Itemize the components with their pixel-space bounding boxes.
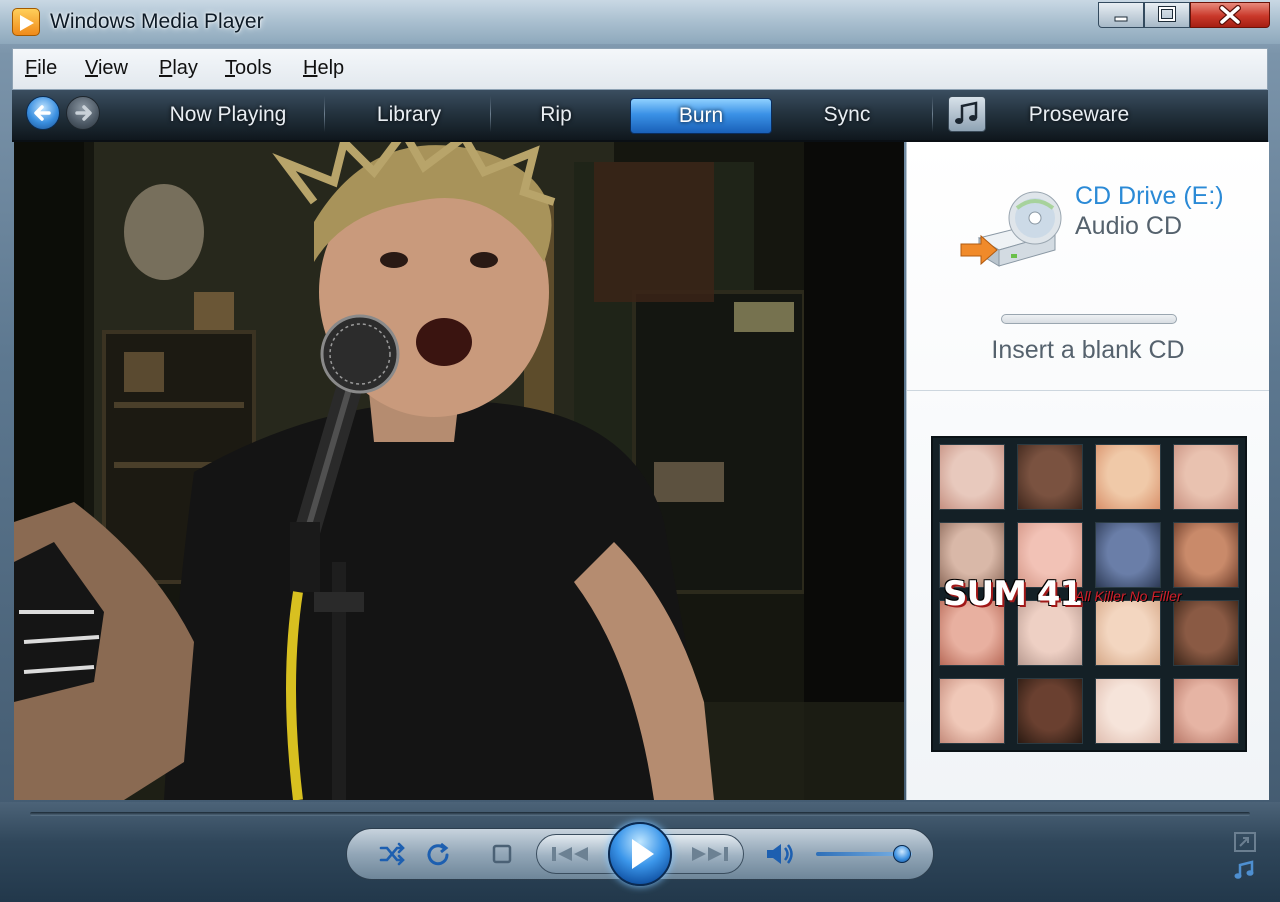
title-bar[interactable]: Windows Media Player	[0, 0, 1280, 44]
switch-to-compact-icon	[1234, 832, 1256, 852]
music-note-icon	[955, 101, 978, 124]
album-art-face-photo	[1173, 444, 1239, 510]
album-title-text: All Killer No Filler	[1075, 588, 1182, 604]
minimize-button[interactable]	[1098, 2, 1144, 28]
menu-file[interactable]: File	[25, 57, 57, 80]
menu-play[interactable]: Play	[159, 57, 198, 80]
menu-bar: File View Play Tools Help	[12, 48, 1268, 90]
close-icon	[1191, 3, 1269, 27]
burn-status-text: Insert a blank CD	[991, 336, 1185, 364]
maximize-button[interactable]	[1144, 2, 1190, 28]
shuffle-icon	[379, 842, 405, 866]
play-icon	[632, 839, 654, 869]
close-button[interactable]	[1190, 2, 1270, 28]
music-video-frame	[14, 142, 904, 800]
switch-to-compact-mode-button[interactable]	[1232, 830, 1258, 854]
seek-bar[interactable]	[30, 812, 1250, 816]
album-art-face-photo	[1017, 444, 1083, 510]
maximize-icon	[1145, 3, 1189, 27]
forward-button[interactable]	[66, 96, 100, 130]
navigation-bar: Now Playing Library Rip Burn Sync Prosew…	[12, 90, 1268, 142]
playback-control-bar	[0, 802, 1280, 902]
tab-library[interactable]: Library	[334, 98, 484, 134]
speaker-icon	[767, 844, 793, 864]
cd-drive-name[interactable]: CD Drive (E:)	[1075, 182, 1224, 211]
album-art-face-photo	[1017, 678, 1083, 744]
tab-sync[interactable]: Sync	[784, 98, 910, 134]
video-playback-area[interactable]	[14, 142, 904, 800]
album-art[interactable]: SUM 41 All Killer No Filler	[931, 436, 1247, 752]
nav-divider	[932, 96, 933, 132]
album-art-face-photo	[1095, 678, 1161, 744]
repeat-icon	[427, 842, 449, 866]
album-art-face-photo	[939, 678, 1005, 744]
now-playing-options-button[interactable]	[1232, 858, 1258, 882]
back-button[interactable]	[26, 96, 60, 130]
play-button[interactable]	[608, 822, 672, 886]
media-player-app-icon	[12, 8, 40, 36]
tab-proseware-store[interactable]: Proseware	[1004, 98, 1154, 134]
album-art-face-photo	[1173, 678, 1239, 744]
window-title: Windows Media Player	[50, 10, 264, 33]
burn-progress-bar	[1001, 314, 1177, 324]
album-art-face-photo	[939, 444, 1005, 510]
stop-button[interactable]	[490, 842, 514, 866]
next-button[interactable]	[686, 842, 732, 866]
stop-icon	[492, 844, 512, 864]
tab-burn[interactable]: Burn	[630, 98, 772, 134]
menu-help[interactable]: Help	[303, 57, 344, 80]
album-art-title-band: SUM 41 All Killer No Filler	[937, 574, 1243, 614]
minimize-icon	[1099, 3, 1143, 27]
nav-divider	[324, 96, 325, 132]
panel-divider	[907, 390, 1269, 391]
tab-now-playing[interactable]: Now Playing	[142, 98, 314, 134]
burn-list-pane: CD Drive (E:) Audio CD Insert a blank CD…	[906, 142, 1269, 800]
cd-drive-icon	[959, 188, 1065, 278]
disc-type-label: Audio CD	[1075, 212, 1182, 240]
back-arrow-icon	[34, 105, 51, 121]
previous-icon	[552, 847, 588, 861]
previous-button[interactable]	[548, 842, 594, 866]
shuffle-button[interactable]	[378, 840, 406, 868]
now-playing-options-icon	[1234, 860, 1254, 879]
online-store-button[interactable]	[948, 96, 986, 132]
next-icon	[692, 847, 728, 861]
album-art-face-photo	[1095, 444, 1161, 510]
forward-arrow-icon	[75, 105, 92, 121]
nav-divider	[490, 96, 491, 132]
media-player-window: Windows Media Player File View Play Tool…	[0, 0, 1280, 902]
album-band-logo: SUM 41	[943, 574, 1083, 614]
menu-view[interactable]: View	[85, 57, 128, 80]
tab-rip[interactable]: Rip	[500, 98, 612, 134]
repeat-button[interactable]	[424, 840, 452, 868]
menu-tools[interactable]: Tools	[225, 57, 272, 80]
mute-button[interactable]	[764, 840, 796, 868]
